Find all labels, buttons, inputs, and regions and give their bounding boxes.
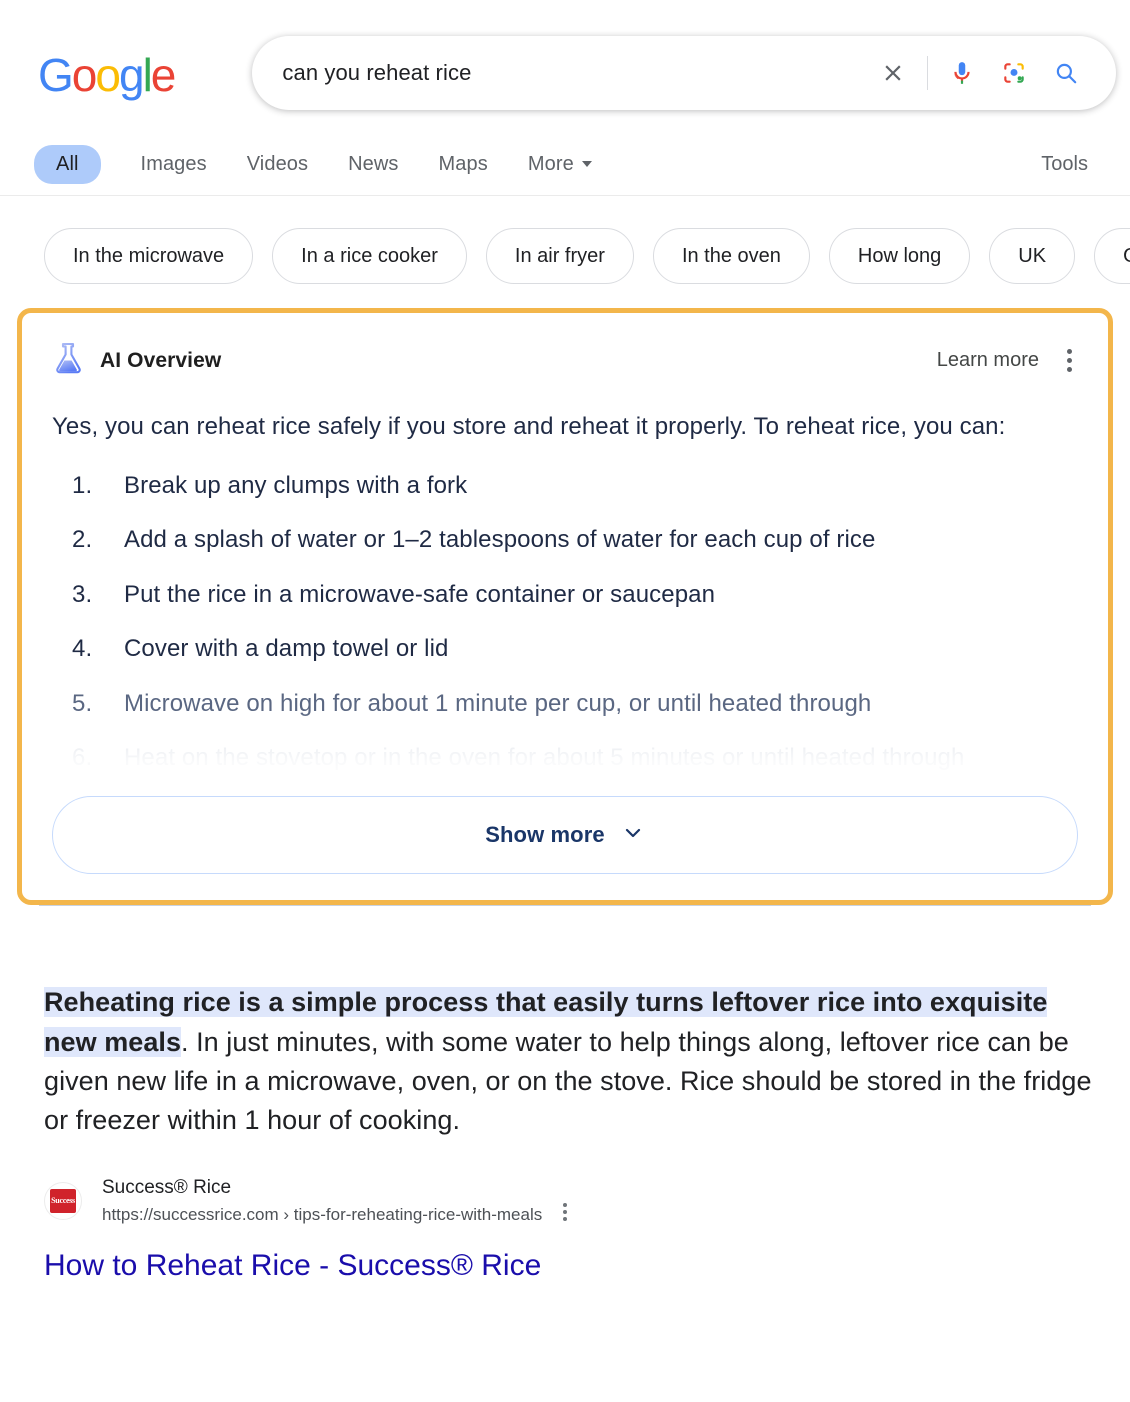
favicon-label: Success (50, 1189, 76, 1213)
chip-in-the-microwave[interactable]: In the microwave (44, 228, 253, 284)
related-filter-chips: In the microwave In a rice cooker In air… (0, 200, 1130, 300)
tab-more-label: More (528, 153, 574, 176)
result-title-link[interactable]: How to Reheat Rice - Success® Rice (44, 1246, 1096, 1285)
ai-overview-header: AI Overview Learn more (52, 341, 1078, 380)
search-header: Google (0, 0, 1130, 200)
tab-images[interactable]: Images (141, 153, 207, 176)
show-more-button[interactable]: Show more (52, 796, 1078, 874)
learn-more-link[interactable]: Learn more (937, 349, 1039, 372)
chip-how-long[interactable]: How long (829, 228, 970, 284)
chip-overflow[interactable]: O (1094, 228, 1130, 284)
search-bar[interactable] (252, 36, 1116, 110)
ai-overview-step: Cover with a damp towel or lid (72, 633, 1078, 665)
ai-overview-card: AI Overview Learn more Yes, you can rehe… (17, 308, 1113, 905)
ai-overview-steps-list: Break up any clumps with a fork Add a sp… (52, 470, 1078, 774)
ai-overview-body: Yes, you can reheat rice safely if you s… (52, 410, 1078, 774)
tab-news[interactable]: News (348, 153, 398, 176)
tab-all[interactable]: All (34, 145, 101, 184)
logo-letter-e: e (151, 52, 175, 98)
ai-overview-underline (39, 905, 1091, 906)
header-divider (0, 195, 1130, 196)
ai-overview-step: Microwave on high for about 1 minute per… (72, 688, 1078, 720)
ai-overview-step: Put the rice in a microwave-safe contain… (72, 579, 1078, 611)
show-more-label: Show more (485, 822, 604, 848)
ai-overview-step: Break up any clumps with a fork (72, 470, 1078, 502)
ai-overview-step: Add a splash of water or 1–2 tablespoons… (72, 524, 1078, 556)
chip-in-air-fryer[interactable]: In air fryer (486, 228, 634, 284)
search-icon[interactable] (1040, 47, 1092, 99)
search-divider (927, 56, 928, 90)
tools-button[interactable]: Tools (1041, 153, 1088, 176)
result-url: https://successrice.com › tips-for-rehea… (102, 1202, 542, 1228)
tab-videos[interactable]: Videos (247, 153, 308, 176)
result-site-name: Success® Rice (102, 1174, 542, 1203)
logo-letter-o1: o (72, 52, 96, 98)
search-bar-icons (867, 47, 1092, 99)
logo-letter-o2: o (95, 52, 119, 98)
logo-letter-g: g (119, 52, 143, 98)
chip-in-a-rice-cooker[interactable]: In a rice cooker (272, 228, 467, 284)
search-result: Reheating rice is a simple process that … (0, 905, 1130, 1285)
ai-overview-title: AI Overview (100, 349, 221, 373)
google-lens-icon[interactable] (988, 47, 1040, 99)
chip-in-the-oven[interactable]: In the oven (653, 228, 810, 284)
ai-overview-step: Heat on the stovetop or in the oven for … (72, 742, 1078, 774)
tab-maps[interactable]: Maps (439, 153, 488, 176)
overflow-menu-icon[interactable] (1061, 345, 1078, 376)
header-row: Google (0, 30, 1130, 116)
result-overflow-menu-icon[interactable] (560, 1200, 570, 1224)
ai-overview-lead-text: Yes, you can reheat rice safely if you s… (52, 410, 1078, 444)
result-snippet: Reheating rice is a simple process that … (44, 983, 1096, 1140)
close-icon[interactable] (867, 47, 919, 99)
flask-icon (52, 341, 84, 380)
ai-overview-actions: Learn more (937, 345, 1078, 376)
chip-uk[interactable]: UK (989, 228, 1075, 284)
result-source-text: Success® Rice https://successrice.com › … (102, 1174, 542, 1228)
chevron-down-icon (582, 161, 592, 167)
google-logo[interactable]: Google (38, 52, 174, 98)
ai-overview-container: AI Overview Learn more Yes, you can rehe… (17, 308, 1113, 905)
search-nav-tabs: All Images Videos News Maps More Tools (0, 132, 1130, 196)
site-favicon: Success (44, 1182, 82, 1220)
logo-letter-G: G (38, 52, 72, 98)
chevron-down-icon (621, 821, 645, 850)
snippet-rest: . In just minutes, with some water to he… (44, 1027, 1092, 1135)
logo-letter-l: l (143, 52, 151, 98)
tab-more[interactable]: More (528, 153, 592, 176)
result-source-row: Success Success® Rice https://successric… (44, 1174, 1096, 1228)
microphone-icon[interactable] (936, 47, 988, 99)
search-input[interactable] (282, 60, 867, 86)
